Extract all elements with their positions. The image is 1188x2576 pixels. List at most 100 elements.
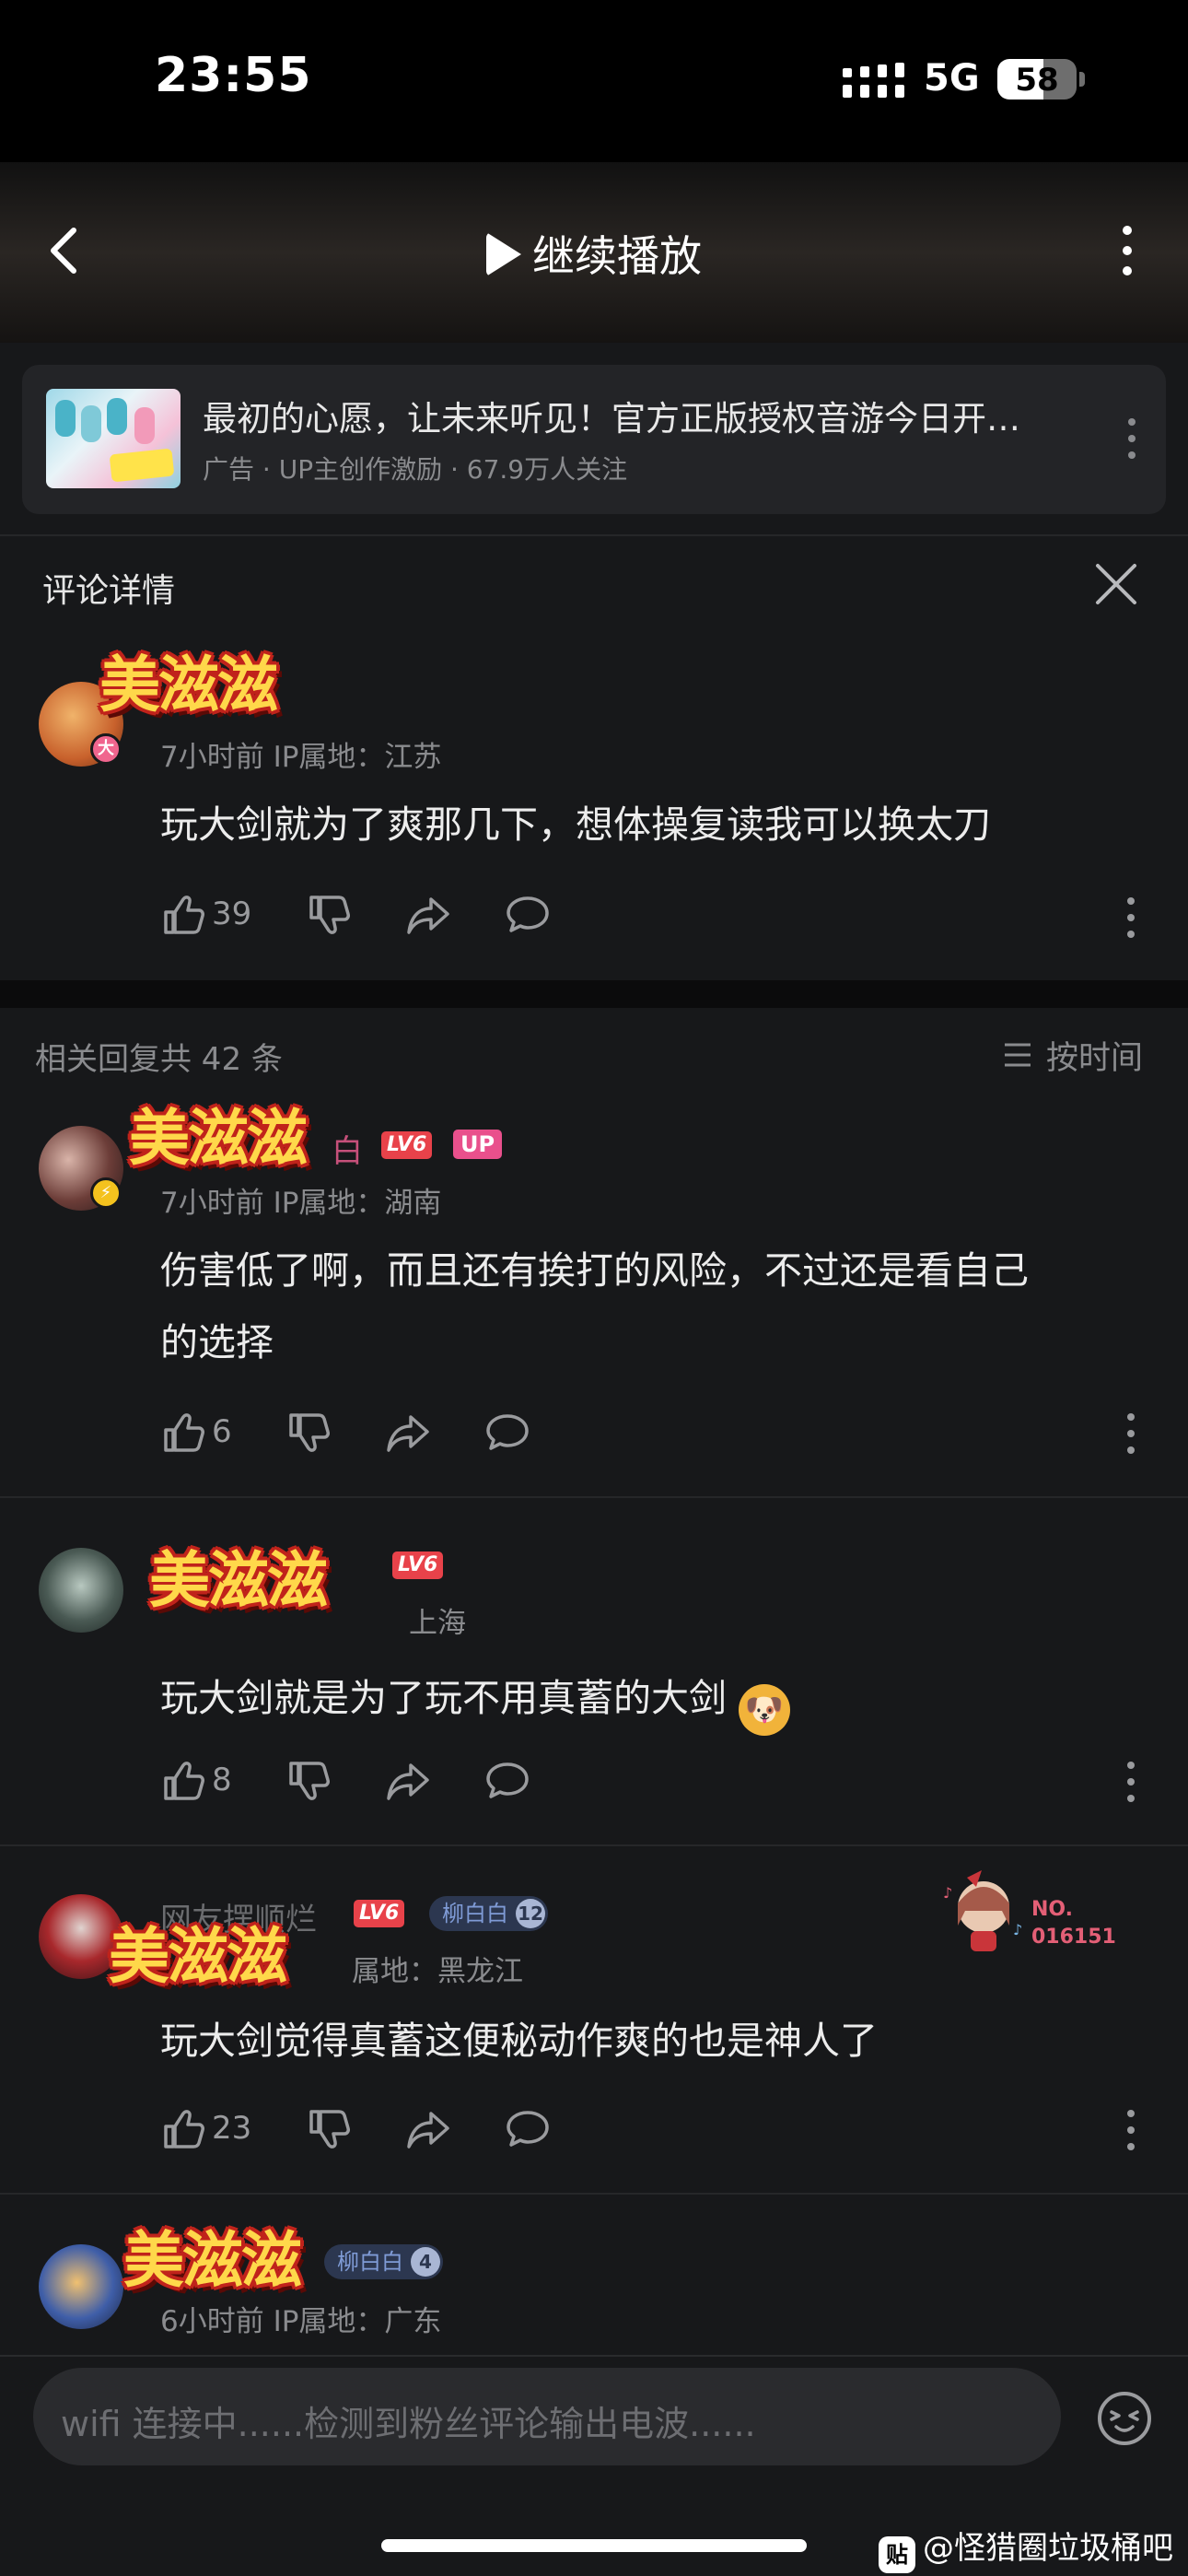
fan-medal-level: 4 [411, 2247, 440, 2277]
avatar[interactable] [39, 1548, 123, 1633]
video-header: 继续播放 [0, 162, 1188, 343]
sticker-overlay: 美滋滋 [149, 1545, 328, 1616]
reply-button[interactable] [484, 1410, 530, 1461]
comment-meta: 属地：黑龙江 [352, 1955, 523, 1988]
dislike-button[interactable] [306, 2106, 352, 2158]
vip-badge: 大 [90, 733, 122, 765]
play-icon [486, 232, 521, 276]
level-badge: LV6 [392, 1551, 444, 1579]
ad-subtitle: 广告 · UP主创作激励 · 67.9万人关注 [203, 454, 628, 485]
share-button[interactable] [385, 1758, 431, 1809]
share-icon [407, 897, 449, 934]
verified-badge: ⚡ [90, 1177, 122, 1209]
comment-input-placeholder: wifi 连接中......检测到粉丝评论输出电波...... [61, 2404, 756, 2444]
like-count: 8 [212, 1762, 232, 1798]
fan-number-badge: NO. 016151 [1031, 1896, 1116, 1951]
comment-meta: 上海 [409, 1607, 466, 1640]
like-count: 6 [212, 1413, 232, 1450]
svg-text:♪: ♪ [1013, 1921, 1022, 1938]
dislike-button[interactable] [306, 892, 352, 943]
more-vertical-icon[interactable] [1122, 896, 1140, 940]
fan-number-label: NO. [1031, 1898, 1073, 1921]
reply-button[interactable] [505, 2106, 551, 2158]
watermark-text: @怪猎圈垃圾桶吧 [923, 2530, 1173, 2567]
divider [0, 1496, 1188, 1498]
home-indicator[interactable] [381, 2539, 807, 2552]
level-badge: LV6 [354, 1900, 405, 1927]
reply-button[interactable] [505, 892, 551, 943]
ad-title: 最初的心愿，让未来听见！官方正版授权音游今日开… [203, 399, 1020, 439]
thumbs-up-icon [164, 1762, 204, 1800]
thumbs-up-icon [164, 1413, 204, 1452]
tieba-logo-icon: 贴 [879, 2536, 915, 2573]
more-vertical-icon[interactable] [1122, 1760, 1140, 1804]
sort-button[interactable]: 按时间 [1046, 1032, 1143, 1079]
watermark: 贴 @怪猎圈垃圾桶吧 [879, 2523, 1173, 2573]
fan-medal: 柳白白 12 [429, 1896, 548, 1931]
share-button[interactable] [405, 892, 451, 943]
comment-input[interactable]: wifi 连接中......检测到粉丝评论输出电波...... [33, 2368, 1061, 2465]
thumbs-up-icon [164, 2110, 204, 2149]
more-vertical-icon[interactable] [1122, 2108, 1140, 2152]
more-vertical-icon[interactable] [1122, 1411, 1140, 1456]
sort-icon [1005, 1043, 1031, 1067]
battery-level: 58 [1015, 62, 1059, 99]
share-button[interactable] [385, 1410, 431, 1461]
status-time: 23:55 [155, 48, 312, 103]
ad-more-icon[interactable] [1118, 415, 1146, 463]
doge-emoji: 🐶 [739, 1684, 791, 1736]
ad-banner[interactable]: 最初的心愿，让未来听见！官方正版授权音游今日开… 广告 · UP主创作激励 · … [22, 365, 1166, 514]
comment-text: 玩大剑就为了爽那几下，想体操复读我可以换太刀 [160, 802, 991, 847]
continue-play-button[interactable]: 继续播放 [0, 223, 1188, 284]
battery-icon: 58 [997, 59, 1077, 100]
comment-detail-title: 评论详情 [42, 572, 176, 610]
emoji-icon[interactable] [1096, 2390, 1153, 2447]
comment-text: 玩大剑觉得真蓄这便秘动作爽的也是神人了 [160, 2019, 878, 2063]
comment-icon [486, 1414, 529, 1450]
dislike-button[interactable] [285, 1410, 332, 1461]
chibi-avatar-decoration: ♪ ♪ [943, 1870, 1022, 1951]
thumbs-down-icon [309, 2110, 350, 2149]
share-icon [387, 1763, 429, 1800]
sticker-overlay: 美滋滋 [109, 1921, 287, 1992]
sticker-overlay: 美滋滋 [129, 1103, 308, 1174]
like-count: 39 [212, 896, 252, 932]
more-vertical-icon[interactable] [1105, 221, 1149, 280]
comment-meta: 7小时前 IP属地：江苏 [160, 741, 442, 774]
divider [0, 1844, 1188, 1846]
comment-text-line1: 伤害低了啊，而且还有挨打的风险，不过还是看自己 [160, 1248, 1029, 1293]
share-button[interactable] [405, 2106, 451, 2158]
share-icon [407, 2112, 449, 2149]
comment-meta: 6小时前 IP属地：广东 [160, 2305, 442, 2338]
status-bar: 23:55 5G 58 [0, 0, 1188, 162]
level-badge: LV6 [381, 1131, 433, 1159]
battery-cap [1079, 72, 1085, 87]
close-icon[interactable] [1092, 560, 1140, 608]
thumbs-up-icon [164, 896, 204, 934]
divider [0, 2193, 1188, 2195]
thumbs-down-icon [289, 1762, 330, 1800]
comment-text-content: 玩大剑就是为了玩不用真蓄的大剑 [160, 1676, 727, 1720]
fan-medal-level: 12 [516, 1899, 545, 1928]
section-gap [0, 980, 1188, 1008]
share-icon [387, 1415, 429, 1452]
comment-icon [507, 2111, 549, 2147]
signal-icon [843, 63, 904, 98]
svg-text:♪: ♪ [943, 1884, 952, 1902]
username[interactable]: 白 [332, 1126, 363, 1171]
fan-number-value: 016151 [1031, 1926, 1116, 1949]
comment-icon [486, 1762, 529, 1798]
dislike-button[interactable] [285, 1758, 332, 1809]
continue-play-label: 继续播放 [532, 231, 702, 281]
comment-icon [507, 896, 549, 932]
comment-text: 玩大剑就是为了玩不用真蓄的大剑 🐶 [160, 1662, 791, 1736]
up-badge: UP [453, 1130, 503, 1159]
thumbs-down-icon [309, 896, 350, 934]
replies-count: 相关回复共 42 条 [35, 1041, 283, 1078]
avatar[interactable] [39, 2244, 123, 2329]
sticker-overlay: 美滋滋 [99, 650, 278, 720]
fan-medal-name: 柳白白 [442, 1901, 508, 1926]
fan-medal-name: 柳白白 [337, 2249, 403, 2275]
comment-text-line2: 的选择 [160, 1320, 274, 1364]
reply-button[interactable] [484, 1758, 530, 1809]
